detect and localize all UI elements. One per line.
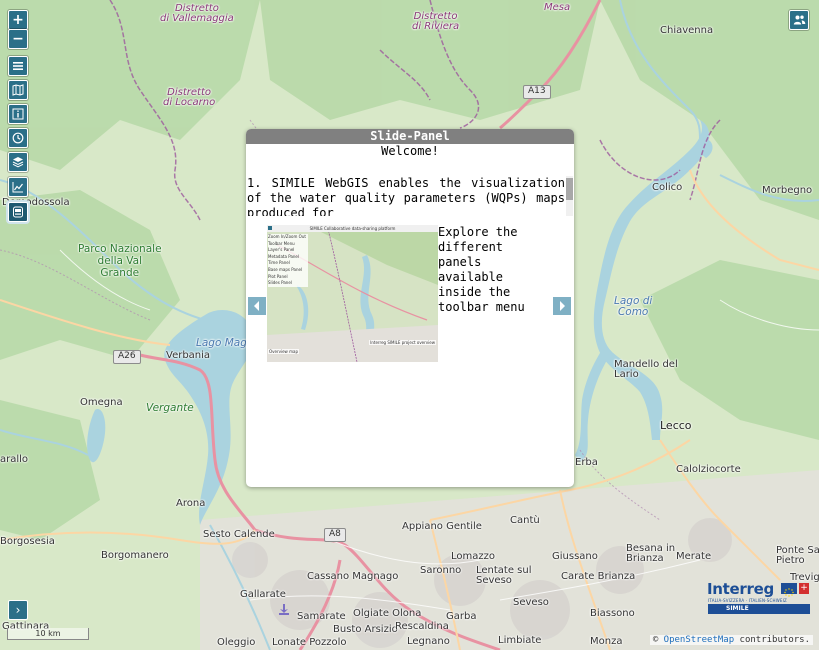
place-label: Mesa (544, 2, 571, 13)
place-label: Appiano Gentile (402, 521, 482, 532)
place-label: Distretto di Locarno (163, 87, 216, 108)
scrollbar-thumb[interactable] (566, 178, 573, 200)
chevron-left-icon (254, 301, 259, 311)
layers-panel-button[interactable] (8, 152, 28, 172)
zoom-in-button[interactable]: + (8, 10, 28, 30)
place-label: Chiavenna (660, 25, 714, 36)
place-label: Monza (590, 636, 623, 647)
place-label: Biassono (590, 608, 635, 619)
place-label: Arona (176, 498, 206, 509)
place-label: Limbiate (498, 635, 542, 646)
intro-scrollbar[interactable] (566, 176, 573, 216)
place-label: Borgosesia (0, 536, 55, 547)
place-label: Verbania (166, 350, 211, 361)
place-label: Borgomanero (101, 550, 169, 561)
place-label: Samarate (297, 611, 346, 622)
place-label: Sesto Calende (203, 529, 275, 540)
road-shield: A8 (324, 528, 346, 542)
road-shield: A26 (113, 350, 141, 364)
eu-flag-icon (781, 583, 797, 597)
info-panel-button[interactable] (8, 104, 28, 124)
place-label: Carate Brianza (561, 571, 636, 582)
place-label: Gallarate (240, 589, 286, 600)
project-bar: SIMILE (708, 604, 810, 614)
info-icon (12, 108, 24, 120)
place-label: Cassano Magnago (307, 571, 399, 582)
place-label: Lentate sul Seveso (476, 565, 532, 586)
slide-image-header: SIMILE Collaborative data-sharing platfo… (309, 226, 396, 231)
interreg-wordmark: Interreg (707, 580, 774, 598)
user-button[interactable] (789, 10, 809, 30)
place-label: Ponte SanPietro (776, 545, 819, 566)
intro-text-box[interactable]: 1. SIMILE WebGIS enables the visualizati… (247, 176, 565, 216)
place-label: Busto Arsizio (333, 624, 398, 635)
place-label: Lonate Pozzolo (272, 637, 347, 648)
place-label: Cantù (510, 515, 540, 526)
slides-icon (13, 206, 23, 218)
map-attribution: © OpenStreetMap contributors. (649, 635, 813, 645)
place-label: Erba (575, 457, 598, 468)
place-label: Vergante (146, 402, 194, 414)
slides-panel-button[interactable] (8, 202, 28, 222)
menu-button[interactable] (8, 56, 28, 76)
chevron-right-icon (560, 301, 565, 311)
place-label: Calolziocorte (676, 464, 741, 475)
time-panel-button[interactable] (8, 128, 28, 148)
next-slide-button[interactable] (553, 297, 571, 315)
place-label: Lago di Como (614, 295, 653, 318)
map-icon (12, 84, 24, 96)
place-label: Distretto di Vallemaggia (160, 3, 234, 24)
slide-image-footer: Interreg SIMILE project overview (369, 340, 436, 345)
place-label: Olgiate Olona (353, 608, 422, 619)
slide-caption: Explore the different panels available i… (438, 225, 525, 314)
slide-image-menu: Zoom In/Zoom Out Toolbar Menu Layer's Pa… (268, 234, 308, 287)
place-label: Seveso (513, 597, 549, 608)
slide-image-overview: Overview map (268, 349, 299, 354)
plot-panel-button[interactable] (8, 177, 28, 197)
place-label: arallo (0, 454, 29, 465)
chart-icon (12, 182, 23, 193)
slide-panel: Slide-Panel Welcome! 1. SIMILE WebGIS en… (246, 129, 574, 487)
place-label: Morbegno (762, 185, 813, 196)
place-label: Rescaldina (395, 621, 449, 632)
place-label: Distretto di Riviera (412, 11, 460, 32)
slide-image: SIMILE Collaborative data-sharing platfo… (267, 225, 438, 362)
zoom-out-button[interactable]: − (8, 29, 28, 49)
menu-icon (13, 62, 23, 70)
clock-icon (12, 132, 24, 144)
place-label: Lecco (660, 419, 692, 432)
panel-title: Slide-Panel (246, 129, 574, 144)
intro-text: 1. SIMILE WebGIS enables the visualizati… (247, 176, 565, 216)
place-label: Merate (676, 551, 712, 562)
place-label: Omegna (80, 397, 123, 408)
previous-slide-button[interactable] (248, 297, 266, 315)
place-label: Legnano (407, 636, 450, 647)
interreg-subtitle: ITALIA-SVIZZERA · ITALIEN-SCHWEIZ (708, 598, 787, 603)
place-label: Saronno (420, 565, 462, 576)
map-panel-button[interactable] (8, 80, 28, 100)
road-shield: A13 (523, 85, 551, 99)
place-label: Oleggio (217, 637, 256, 648)
users-icon (793, 15, 805, 25)
place-label: Mandello del Lario (614, 359, 678, 380)
place-label: Lomazzo (451, 551, 495, 562)
expand-sidebar-button[interactable]: › (8, 600, 28, 620)
place-label: Parco Nazionale della Val Grande (78, 243, 162, 280)
place-label: Besana in Brianza (626, 543, 676, 564)
osm-link[interactable]: OpenStreetMap (664, 635, 734, 645)
place-label: Giussano (552, 551, 598, 562)
swiss-flag-icon: + (799, 583, 809, 594)
layers-icon (12, 157, 24, 168)
interreg-logo: Interreg + ITALIA-SVIZZERA · ITALIEN-SCH… (704, 580, 810, 616)
welcome-heading: Welcome! (381, 144, 439, 158)
scale-bar: 10 km (7, 628, 89, 640)
place-label: Colico (652, 182, 683, 193)
place-label: Garba (446, 611, 477, 622)
